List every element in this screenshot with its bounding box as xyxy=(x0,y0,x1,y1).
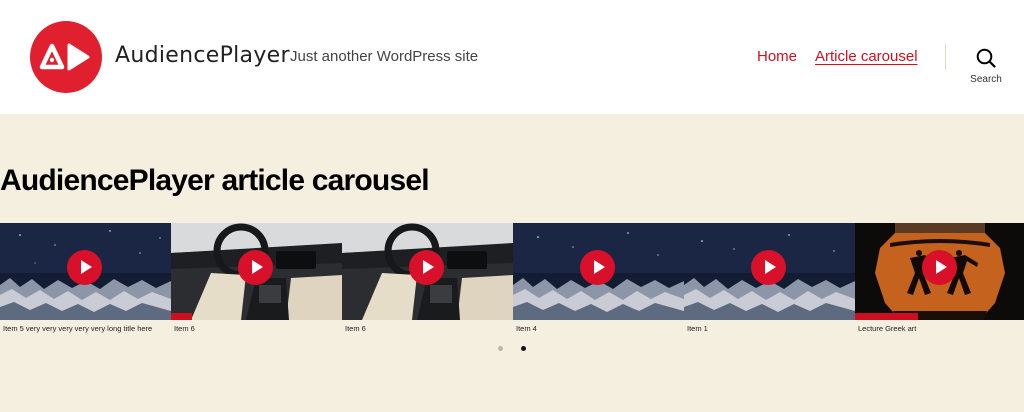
slide-caption: Item 4 xyxy=(516,324,537,333)
article-carousel: Item 5 very very very very very long tit… xyxy=(0,223,1024,338)
search-button[interactable]: Search xyxy=(962,44,1010,86)
play-icon xyxy=(238,250,273,285)
slide-caption: Item 6 xyxy=(174,324,195,333)
search-icon xyxy=(976,48,996,68)
play-icon xyxy=(580,250,615,285)
watch-progress-bar xyxy=(171,313,192,320)
thumbnail-night-sky-forest xyxy=(0,223,171,320)
thumbnail-car-interior xyxy=(171,223,342,320)
carousel-slide[interactable]: Item 6 xyxy=(342,223,513,338)
slide-caption: Item 6 xyxy=(345,324,366,333)
page-title: AudiencePlayer article carousel xyxy=(0,164,430,197)
thumbnail-car-interior xyxy=(342,223,513,320)
pagination-dot[interactable] xyxy=(521,346,526,351)
thumbnail-night-sky-forest xyxy=(513,223,684,320)
carousel-slide[interactable]: Item 6 xyxy=(171,223,342,338)
nav-divider xyxy=(945,44,946,70)
play-icon xyxy=(751,250,786,285)
play-icon xyxy=(409,250,444,285)
thumbnail-night-sky-forest xyxy=(684,223,855,320)
carousel-slide[interactable]: Item 5 very very very very very long tit… xyxy=(0,223,171,338)
watch-progress-bar xyxy=(855,313,918,320)
slide-caption: Lecture Greek art xyxy=(858,324,917,333)
thumbnail-greek-vase xyxy=(855,223,1024,320)
play-icon xyxy=(67,250,102,285)
nav-item-home[interactable]: Home xyxy=(757,48,797,65)
site-tagline: Just another WordPress site xyxy=(290,48,479,65)
logo-mark-icon xyxy=(39,43,90,71)
carousel-slide[interactable]: Lecture Greek art xyxy=(855,223,1024,338)
search-label: Search xyxy=(970,74,1002,85)
pagination-dot[interactable] xyxy=(498,346,503,351)
play-icon xyxy=(922,250,957,285)
carousel-slide[interactable]: Item 4 xyxy=(513,223,684,338)
slide-caption: Item 5 very very very very very long tit… xyxy=(3,324,153,333)
site-logo[interactable] xyxy=(30,21,102,93)
nav-item-article-carousel[interactable]: Article carousel xyxy=(815,48,918,65)
site-header: AudiencePlayer Just another WordPress si… xyxy=(0,0,1024,114)
carousel-slide[interactable]: Item 1 xyxy=(684,223,855,338)
slide-caption: Item 1 xyxy=(687,324,708,333)
site-title[interactable]: AudiencePlayer xyxy=(115,43,290,68)
